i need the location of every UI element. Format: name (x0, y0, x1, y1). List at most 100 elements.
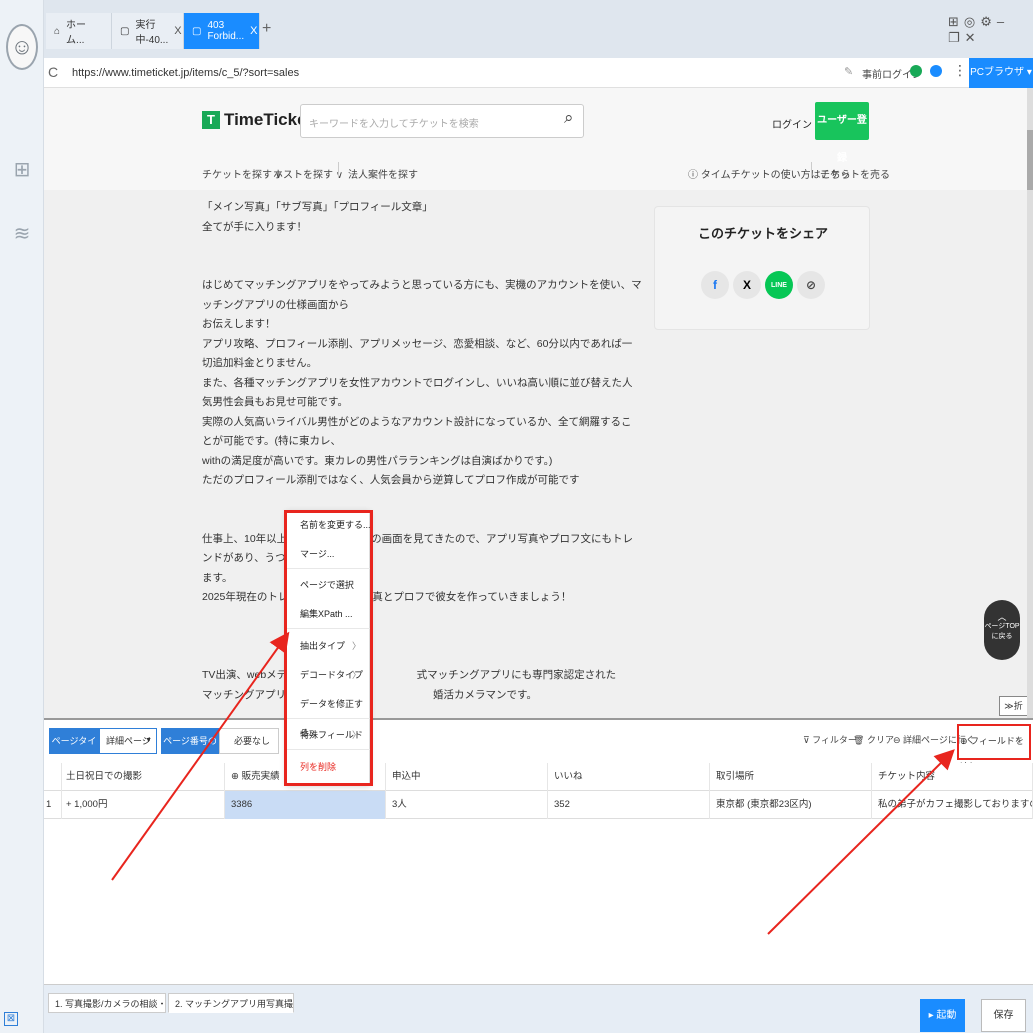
column-header[interactable]: 申込中 (386, 763, 548, 791)
reload-icon[interactable]: C (48, 64, 58, 80)
home-icon: ⌂ (54, 25, 61, 37)
new-page-icon[interactable]: ⊞ (10, 158, 34, 182)
article-line: ただのプロフィール添削ではなく、人気会員から逆算してプロフ作成が可能です (202, 474, 580, 486)
column-header[interactable]: 土日祝日での撮影 (62, 763, 225, 791)
article-line: ます。 (202, 571, 233, 584)
article-line: アプリ攻略、プロフィール添削、アプリメッセージ、恋愛相談、など、60分以内であれ… (202, 337, 633, 370)
article-line: お伝えします！ (202, 318, 276, 330)
status-dot-icon[interactable] (910, 65, 922, 77)
run-label: 起動 (936, 1010, 957, 1021)
column-header-label: 販売実績 (241, 771, 280, 782)
column-header[interactable]: いいね (548, 763, 710, 791)
search-input[interactable]: キーワードを入力してチケットを検索 (300, 104, 584, 138)
line-icon[interactable]: LINE (765, 271, 793, 299)
search-icon[interactable]: ⌕ (564, 108, 574, 128)
index-header (44, 763, 62, 791)
table-cell[interactable]: + 1,000円 (62, 791, 225, 819)
address-bar: C https://www.timeticket.jp/items/c_5/?s… (44, 58, 1033, 88)
site-logo[interactable]: T TimeTicket (202, 110, 312, 130)
page-top-label: ページTOP (984, 623, 1020, 630)
table-cell[interactable]: 私の弟子がカフェ撮影しておりますので、こちらも... (872, 791, 1033, 819)
table-header-row: 土日祝日での撮影 ⊕ 販売実績 申込中 いいね 取引場所 チケット内容 (44, 763, 1033, 791)
article-line: 2025年現在のトレンドをおさえた写真とプロフで彼女を作っていきましょう！ (202, 591, 572, 603)
tab-forbidden[interactable]: ▢ 403 Forbid... X (184, 13, 260, 49)
pc-browser-label: PCブラウザ (970, 67, 1025, 78)
page-number-select[interactable]: 必要なし (219, 728, 279, 754)
url-input[interactable]: https://www.timeticket.jp/items/c_5/?sor… (66, 62, 846, 84)
divider (338, 162, 339, 178)
close-icon[interactable]: X (250, 25, 257, 37)
register-button[interactable]: ユーザー登録 (815, 102, 869, 164)
drag-handle-icon: ⊕ (231, 771, 242, 782)
column-header[interactable]: チケット内容 (872, 763, 1033, 791)
pc-browser-button[interactable]: PCブラウザ ▾ (969, 58, 1033, 88)
article-line: 実際の人気高いライバル男性がどのようなアカウント設計になっているか、全て網羅する… (202, 415, 632, 448)
article-line (202, 257, 642, 277)
nav-find-ticket[interactable]: チケットを探す ∨ (202, 166, 282, 181)
highlight-box-context-menu (284, 510, 373, 786)
logo-text: TimeTicket (224, 110, 313, 129)
filter-button[interactable]: ⊽ フィルター (803, 733, 857, 746)
clear-label: クリア (866, 735, 894, 745)
table-cell[interactable]: 352 (548, 791, 710, 819)
x-icon[interactable]: X (733, 271, 761, 299)
edit-icon[interactable]: ✎ (844, 65, 853, 78)
column-header[interactable]: 取引場所 (710, 763, 872, 791)
logo-mark: T (202, 111, 220, 129)
page-icon: ▢ (120, 25, 130, 37)
help-icon: ⓘ (688, 170, 701, 181)
article-line: 「メイン写真」「サブ写真」「プロフィール文章」 (202, 201, 433, 213)
link-icon[interactable]: ⊘ (797, 271, 825, 299)
more-icon[interactable]: ⋮ (953, 62, 967, 79)
highlight-box-add-field (957, 724, 1031, 760)
table-cell[interactable]: 3人 (386, 791, 548, 819)
table-cell-selected[interactable]: 3386 (225, 791, 386, 819)
tab-label: 実行中-40... (135, 20, 169, 46)
share-title: このチケットをシェア (697, 226, 828, 241)
chevron-down-icon: ▼ (145, 737, 152, 744)
new-tab-button[interactable]: + (262, 20, 271, 38)
page-type-select[interactable]: 詳細ページ ▼ (99, 728, 157, 754)
row-index: 1 (44, 791, 62, 819)
article-line: 仕事上、10年以上マッチングアプリの画面を見てきたので、アプリ写真やプロフ文にも… (202, 532, 633, 565)
collapse-button[interactable]: ≫折る (999, 696, 1028, 729)
page-number-label: ページ番号の設定 (161, 728, 219, 772)
tab-running[interactable]: ▢ 実行中-40... X (112, 13, 184, 49)
collapse-rail-icon[interactable]: ⊠ (4, 1012, 18, 1026)
save-button[interactable]: 保存 (981, 999, 1026, 1032)
layers-icon[interactable]: ≋ (10, 222, 34, 246)
goto-icon: ⊖ (893, 735, 904, 745)
close-icon[interactable]: X (174, 25, 181, 37)
chevron-up-icon: ︿ (997, 612, 1007, 622)
filter-icon: ⊽ (803, 735, 813, 745)
nav-find-host[interactable]: ホストを探す ∨ (273, 166, 343, 181)
task-tab-active[interactable]: 2. マッチングアプリ用写真撮影🏛... (168, 993, 294, 1013)
scrollbar-thumb[interactable] (1027, 130, 1033, 190)
article-line: また、各種マッチングアプリを女性アカウントでログインし、いいね高い順に並び替えた… (202, 376, 633, 409)
page-content: 「メイン写真」「サブ写真」「プロフィール文章」 全てが手に入ります！ はじめてマッチ… (44, 190, 1033, 837)
task-bar: 1. 写真撮影/カメラの相談・依頼・... 2. マッチングアプリ用写真撮影🏛.… (44, 984, 1033, 1033)
facebook-icon[interactable]: f (701, 271, 729, 299)
clear-button[interactable]: 🗑 クリア (853, 733, 894, 746)
task-tab[interactable]: 1. 写真撮影/カメラの相談・依頼・... (48, 993, 166, 1013)
article-line: はじめてマッチングアプリをやってみようと思っている方にも、実機のアカウントを使い… (202, 279, 642, 311)
article-line (202, 608, 642, 628)
window-controls[interactable]: ⊞◎⚙–❐✕ (948, 14, 1033, 46)
divider (811, 162, 812, 178)
article-line: 全てが手に入ります！ (202, 220, 307, 233)
tab-home[interactable]: ⌂ ホーム... (46, 13, 112, 49)
article-line (202, 627, 642, 647)
nav-sell-ticket[interactable]: チケットを売る (820, 166, 890, 181)
run-button[interactable]: ▸ 起動 (920, 999, 965, 1032)
nav-corporate[interactable]: 法人案件を探す (348, 166, 418, 181)
article-line (202, 647, 642, 667)
table-cell[interactable]: 東京都 (東京都23区内) (710, 791, 872, 819)
extension-icon[interactable] (930, 65, 942, 77)
avatar[interactable]: ☺ (6, 24, 38, 70)
page-top-button[interactable]: ︿ ページTOP に戻る (984, 600, 1020, 660)
page-icon: ▢ (192, 25, 202, 37)
login-link[interactable]: ログイン (772, 116, 812, 131)
site-header: T TimeTicket キーワードを入力してチケットを検索 ⌕ ログイン ユー… (44, 88, 1033, 190)
tab-label: 403 Forbid... (207, 20, 245, 42)
page-top-label-2: に戻る (991, 633, 1013, 640)
